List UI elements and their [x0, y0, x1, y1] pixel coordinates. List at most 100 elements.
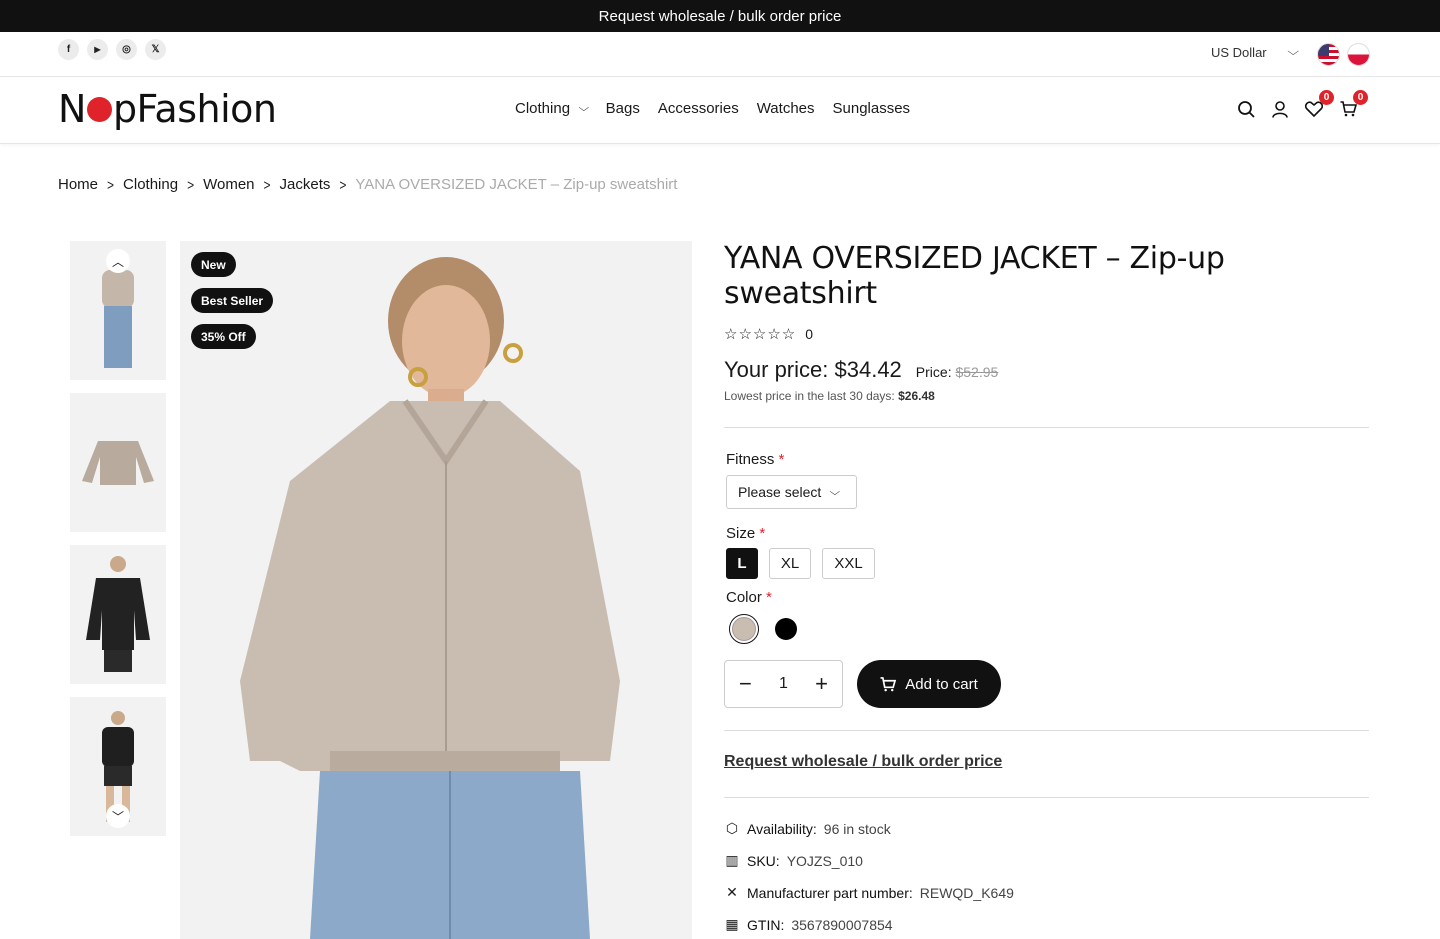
- thumbnail-3[interactable]: [70, 545, 166, 684]
- search-icon[interactable]: [1236, 99, 1256, 119]
- product-photo: [240, 257, 620, 939]
- nav-watches-label: Watches: [756, 100, 815, 117]
- promo-text[interactable]: Request wholesale / bulk order price: [599, 8, 842, 25]
- fitness-select[interactable]: Please select ⌵: [726, 475, 857, 509]
- breadcrumb-clothing[interactable]: Clothing: [123, 176, 178, 193]
- required-marker: *: [778, 451, 785, 468]
- size-option-l[interactable]: L: [726, 548, 758, 579]
- top-bar: f ▶ ◎ 𝕏 US Dollar ⌵: [0, 32, 1440, 77]
- divider: [724, 797, 1369, 798]
- nav-bags[interactable]: Bags: [606, 100, 640, 117]
- nav-accessories-label: Accessories: [657, 100, 739, 117]
- chevron-right-icon: >: [187, 176, 195, 193]
- wholesale-request-link[interactable]: Request wholesale / bulk order price: [724, 753, 1002, 770]
- header-actions: 0 0: [1236, 90, 1368, 119]
- facebook-icon[interactable]: f: [58, 39, 79, 60]
- thumbnail-image-3: [86, 555, 150, 672]
- breadcrumb: Home > Clothing > Women > Jackets > YANA…: [58, 176, 677, 193]
- lowest-price-note: Lowest price in the last 30 days: $26.48: [724, 389, 1369, 403]
- spec-sku: ▥ SKU: YOJZS_010: [724, 852, 1369, 869]
- spec-value: REWQD_K649: [919, 884, 1014, 901]
- spec-key: Availability:: [747, 820, 817, 837]
- divider: [724, 730, 1369, 731]
- chevron-down-icon: ⌵: [829, 486, 841, 498]
- instagram-icon[interactable]: ◎: [116, 39, 137, 60]
- quantity-stepper: − 1 +: [724, 660, 843, 708]
- color-swatch-black[interactable]: [771, 614, 801, 644]
- language-selector: [1317, 43, 1370, 66]
- old-price-label: Price:: [915, 364, 952, 380]
- nav-clothing[interactable]: Clothing ⌵: [515, 100, 590, 117]
- breadcrumb-home[interactable]: Home: [58, 176, 98, 193]
- main-product-image[interactable]: New Best Seller 35% Off: [180, 241, 692, 939]
- spec-key: SKU:: [747, 852, 780, 869]
- chevron-down-icon: ⌵: [578, 103, 590, 114]
- main-nav: Clothing ⌵ Bags Accessories Watches Sung…: [515, 100, 910, 117]
- decrease-quantity-button[interactable]: −: [739, 673, 752, 695]
- breadcrumb-jackets[interactable]: Jackets: [280, 176, 331, 193]
- product-title: YANA OVERSIZED JACKET – Zip-up sweatshir…: [724, 241, 1225, 311]
- badge-discount: 35% Off: [191, 324, 256, 349]
- social-links: f ▶ ◎ 𝕏: [58, 39, 166, 60]
- wholesale-row: Request wholesale / bulk order price: [724, 753, 1369, 775]
- spec-mpn: ✕ Manufacturer part number: REWQD_K649: [724, 884, 1369, 901]
- size-option-xl[interactable]: XL: [769, 548, 811, 579]
- wishlist-count-badge: 0: [1319, 90, 1334, 105]
- spec-value: 96 in stock: [823, 820, 891, 837]
- nav-accessories[interactable]: Accessories: [658, 100, 739, 117]
- quantity-value[interactable]: 1: [779, 675, 788, 693]
- youtube-icon[interactable]: ▶: [87, 39, 108, 60]
- product-info: YANA OVERSIZED JACKET – Zip-up sweatshir…: [724, 241, 1369, 939]
- thumbnail-4[interactable]: ﹀: [70, 697, 166, 836]
- size-options: L XL XXL: [726, 548, 1369, 579]
- us-flag-icon[interactable]: [1317, 43, 1340, 66]
- spec-key: Manufacturer part number:: [747, 884, 913, 901]
- thumbnail-2[interactable]: [70, 393, 166, 532]
- color-label-text: Color: [726, 589, 762, 606]
- review-count: 0: [805, 326, 814, 342]
- your-price: Your price: $34.42: [724, 357, 902, 383]
- user-icon[interactable]: [1270, 99, 1290, 119]
- badge-new: New: [191, 252, 236, 277]
- color-options: [729, 614, 1369, 644]
- tools-icon: ✕: [726, 884, 738, 900]
- logo-mark-icon: [86, 97, 112, 122]
- size-option-xxl[interactable]: XXL: [822, 548, 875, 579]
- size-attribute: Size * L XL XXL: [724, 525, 1369, 579]
- currency-selector[interactable]: US Dollar ⌵: [1211, 45, 1299, 60]
- cart-icon[interactable]: 0: [1338, 90, 1368, 119]
- divider: [724, 427, 1369, 428]
- nav-sunglasses-label: Sunglasses: [832, 100, 911, 117]
- wishlist-heart-icon[interactable]: 0: [1304, 90, 1334, 119]
- required-marker: *: [759, 525, 766, 542]
- x-twitter-icon[interactable]: 𝕏: [145, 39, 166, 60]
- barcode-icon: ▥: [725, 852, 739, 868]
- spec-value: 3567890007854: [791, 916, 893, 933]
- add-to-cart-row: − 1 + Add to cart: [724, 660, 1369, 708]
- promo-bar[interactable]: Request wholesale / bulk order price: [0, 0, 1440, 32]
- spec-key: GTIN:: [747, 916, 785, 933]
- scroll-down-arrow-icon[interactable]: ﹀: [106, 804, 130, 828]
- nav-sunglasses[interactable]: Sunglasses: [833, 100, 911, 117]
- badge-best-seller: Best Seller: [191, 288, 274, 313]
- color-attribute: Color *: [724, 589, 1369, 644]
- add-to-cart-button[interactable]: Add to cart: [857, 660, 1001, 708]
- chevron-right-icon: >: [339, 176, 347, 193]
- cart-count-badge: 0: [1353, 90, 1368, 105]
- scroll-up-arrow-icon[interactable]: ︿: [106, 249, 130, 273]
- nav-watches[interactable]: Watches: [757, 100, 815, 117]
- nav-bags-label: Bags: [605, 100, 640, 117]
- color-label: Color *: [726, 589, 1369, 606]
- qr-icon: ▦: [725, 916, 739, 932]
- lowest-price-value: $26.48: [898, 389, 935, 403]
- color-swatch-beige[interactable]: [729, 614, 759, 644]
- rating[interactable]: ☆☆☆☆☆ 0: [724, 325, 1369, 343]
- breadcrumb-women[interactable]: Women: [203, 176, 254, 193]
- thumbnail-1[interactable]: ︿: [70, 241, 166, 380]
- increase-quantity-button[interactable]: +: [815, 673, 828, 695]
- size-label-text: Size: [726, 525, 756, 542]
- add-to-cart-label: Add to cart: [905, 675, 978, 693]
- pl-flag-icon[interactable]: [1347, 43, 1370, 66]
- logo[interactable]: NpFashion: [58, 87, 277, 131]
- star-rating-icon: ☆☆☆☆☆: [724, 326, 797, 343]
